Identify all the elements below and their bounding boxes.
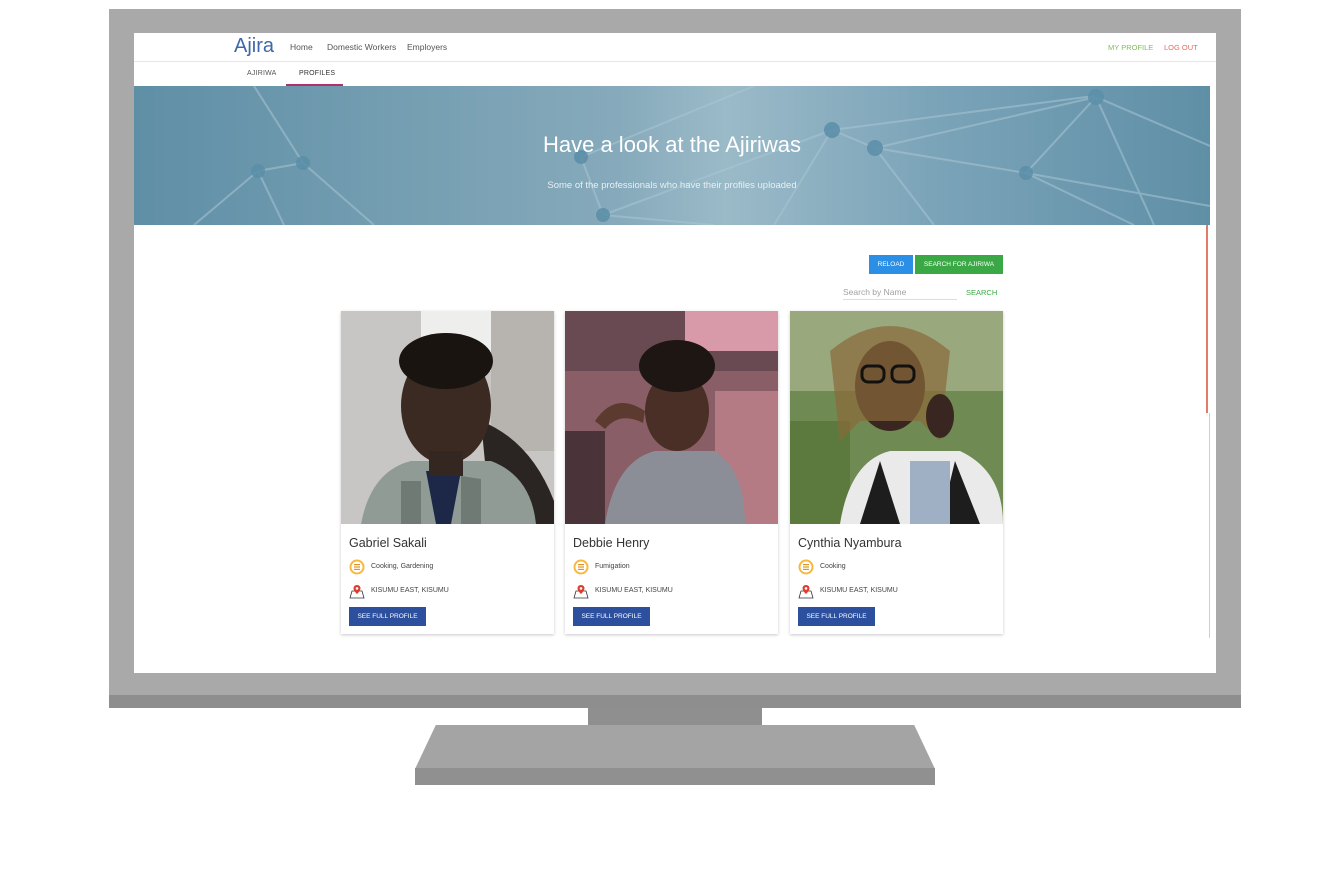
see-full-profile-button[interactable]: SEE FULL PROFILE (573, 607, 650, 626)
map-pin-icon (798, 585, 814, 599)
top-navbar: Ajira Home Domestic Workers Employers MY… (134, 33, 1216, 62)
hero-banner: Have a look at the Ajiriwas Some of the … (134, 86, 1210, 225)
map-pin-icon (573, 585, 589, 599)
profile-skills: Fumigation (595, 563, 630, 570)
profile-card: Cynthia Nyambura Cooking KISUMU EAST, KI… (790, 311, 1003, 634)
profile-name: Cynthia Nyambura (798, 536, 902, 550)
tab-ajiriwa[interactable]: AJIRIWA (247, 70, 277, 77)
skills-list-icon (573, 559, 589, 575)
scrollbar-track[interactable] (1209, 413, 1210, 638)
profile-photo (341, 311, 554, 524)
profile-card: Debbie Henry Fumigation KISUMU EAST, KIS… (565, 311, 778, 634)
log-out-link[interactable]: LOG OUT (1164, 43, 1198, 52)
search-button[interactable]: SEARCH (966, 288, 997, 297)
brand-logo[interactable]: Ajira (234, 35, 274, 58)
profile-name: Gabriel Sakali (349, 536, 427, 550)
monitor-chin (109, 695, 1241, 708)
see-full-profile-button[interactable]: SEE FULL PROFILE (798, 607, 875, 626)
profile-skills: Cooking (820, 563, 846, 570)
search-by-name-input[interactable] (843, 285, 957, 300)
hero-subtitle: Some of the professionals who have their… (547, 180, 797, 191)
see-full-profile-button[interactable]: SEE FULL PROFILE (349, 607, 426, 626)
profile-location: KISUMU EAST, KISUMU (595, 587, 673, 594)
skills-list-icon (349, 559, 365, 575)
profile-photo (790, 311, 1003, 524)
profile-name: Debbie Henry (573, 536, 650, 550)
profile-skills: Cooking, Gardening (371, 563, 434, 570)
profile-location: KISUMU EAST, KISUMU (820, 587, 898, 594)
reload-button[interactable]: RELOAD (869, 255, 913, 274)
browser-screen: Ajira Home Domestic Workers Employers MY… (134, 33, 1216, 673)
search-for-ajiriwa-button[interactable]: SEARCH FOR AJIRIWA (915, 255, 1003, 274)
tab-profiles[interactable]: PROFILES (299, 70, 335, 77)
profile-photo (565, 311, 778, 524)
my-profile-link[interactable]: MY PROFILE (1108, 43, 1153, 52)
nav-link-home[interactable]: Home (290, 42, 313, 52)
skills-list-icon (798, 559, 814, 575)
nav-link-employers[interactable]: Employers (407, 42, 447, 52)
profile-card: Gabriel Sakali Cooking, Gardening KISUMU… (341, 311, 554, 634)
map-pin-icon (349, 585, 365, 599)
sub-tabs: AJIRIWA PROFILES (134, 62, 1216, 86)
nav-link-domestic-workers[interactable]: Domestic Workers (327, 42, 396, 52)
monitor-stand-base (415, 725, 935, 769)
monitor-stand-base-front (415, 768, 935, 785)
hero-title: Have a look at the Ajiriwas (542, 132, 802, 157)
profile-location: KISUMU EAST, KISUMU (371, 587, 449, 594)
